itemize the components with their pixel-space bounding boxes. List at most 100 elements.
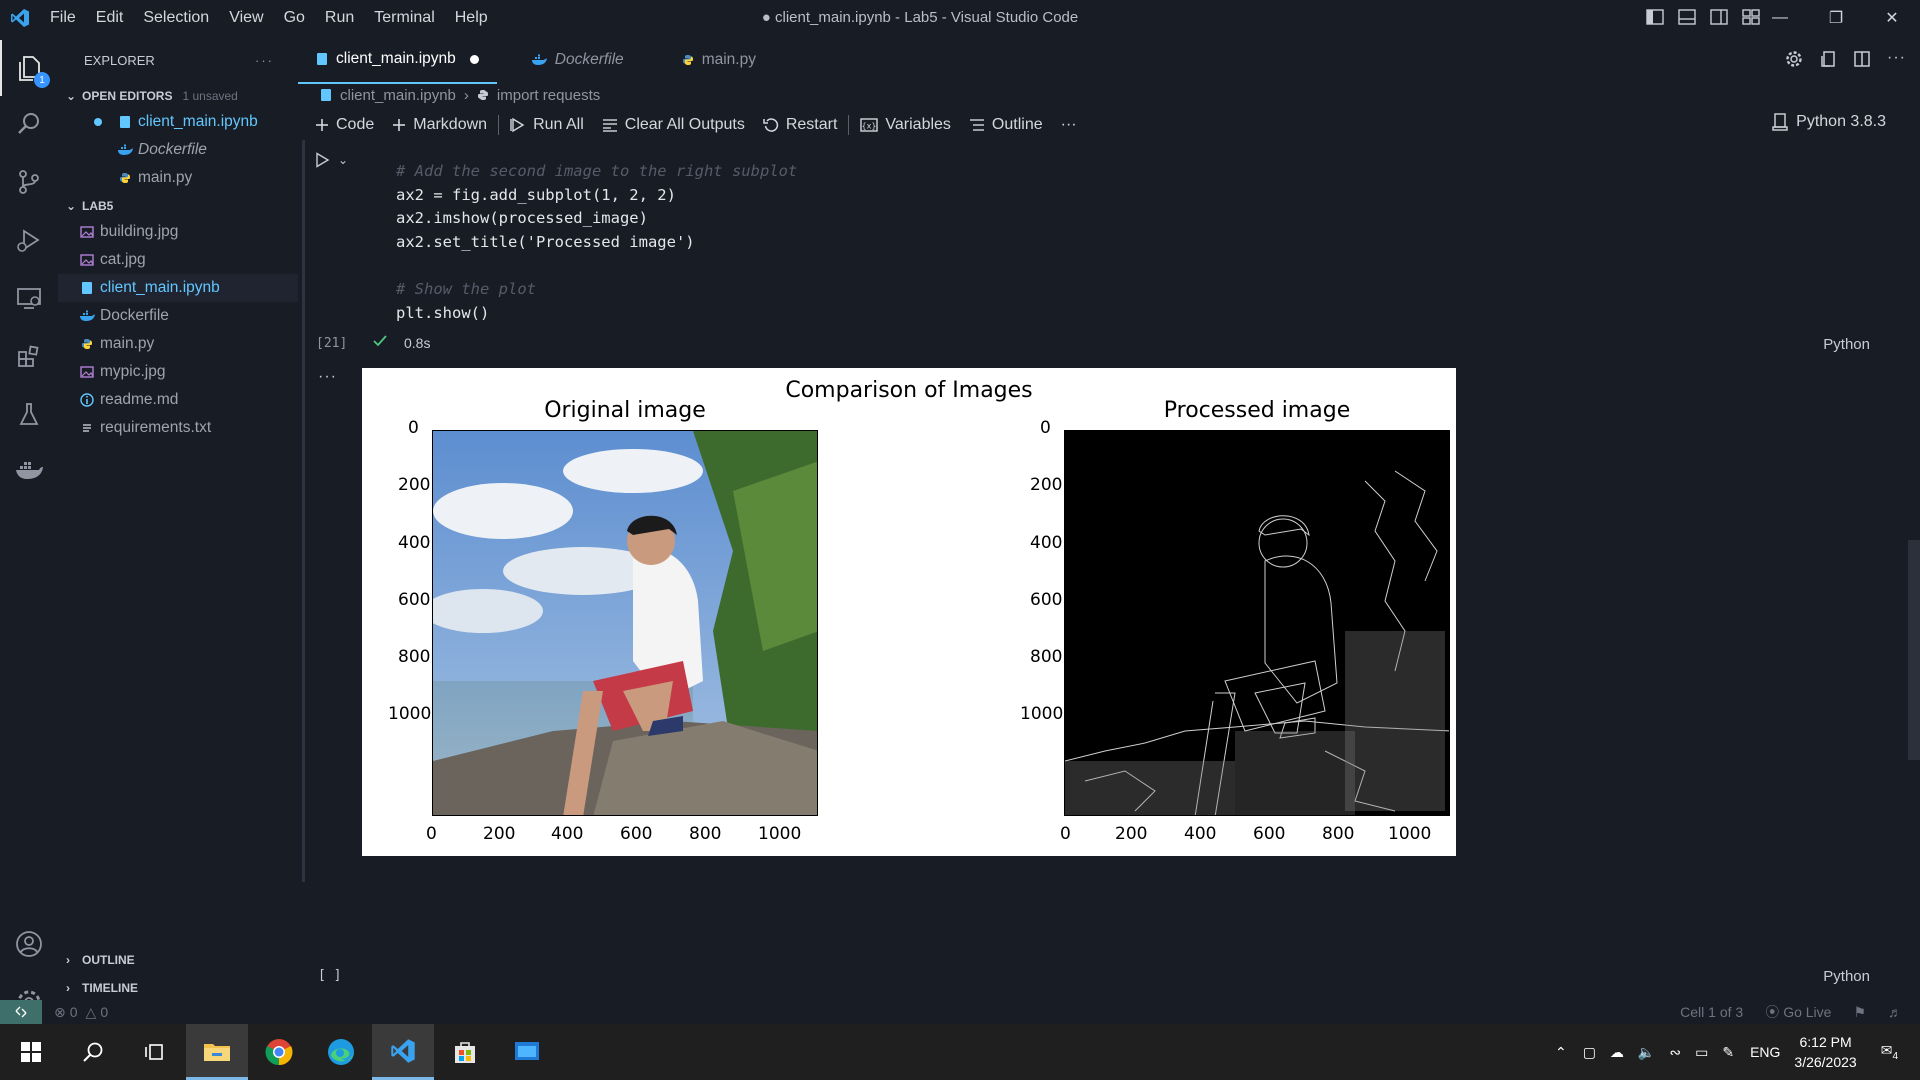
chrome-icon[interactable]: [248, 1024, 310, 1080]
lab5-folder-section[interactable]: ⌄ LAB5: [58, 194, 298, 218]
empty-cell-language[interactable]: Python: [1823, 968, 1870, 985]
outline-button[interactable]: Outline: [960, 110, 1052, 140]
x-tick-label: 1000: [1388, 824, 1432, 844]
outline-label: OUTLINE: [82, 953, 135, 967]
search-icon[interactable]: [0, 96, 58, 152]
account-icon[interactable]: [0, 916, 58, 972]
menu-selection[interactable]: Selection: [133, 0, 219, 36]
add-markdown-cell-button[interactable]: Markdown: [383, 110, 496, 140]
store-icon[interactable]: [434, 1024, 496, 1080]
file-main-py[interactable]: main.py: [58, 330, 298, 358]
more-actions-icon[interactable]: ···: [1887, 50, 1906, 68]
notifications-bell-icon[interactable]: ♬: [1888, 1004, 1902, 1020]
docker-icon[interactable]: [0, 442, 58, 498]
outline-section[interactable]: › OUTLINE: [58, 948, 298, 972]
toggle-panel-icon[interactable]: [1678, 8, 1696, 26]
variables-button[interactable]: {x} Variables: [851, 110, 960, 140]
meet-icon[interactable]: ▢: [1583, 1044, 1596, 1061]
add-code-cell-button[interactable]: Code: [306, 110, 383, 140]
editor-scrollbar[interactable]: [1908, 540, 1920, 760]
chevron-up-icon[interactable]: ⌃: [1555, 1044, 1567, 1061]
chevron-down-icon[interactable]: ⌄: [338, 153, 348, 167]
file-explorer-icon[interactable]: [186, 1024, 248, 1080]
problems-indicator[interactable]: ⊗ 0 △ 0: [54, 1004, 108, 1021]
tab-client-main-ipynb[interactable]: client_main.ipynb: [298, 36, 497, 84]
menu-file[interactable]: File: [40, 0, 86, 36]
go-live-button[interactable]: ⦿ Go Live: [1765, 1002, 1831, 1022]
menu-run[interactable]: Run: [315, 0, 364, 36]
minimize-icon[interactable]: —: [1752, 0, 1808, 36]
y-tick-label: 600: [398, 590, 431, 610]
menu-help[interactable]: Help: [445, 0, 498, 36]
notification-center-icon[interactable]: ✉4: [1881, 1042, 1898, 1062]
output-more-icon[interactable]: ···: [318, 368, 337, 386]
error-icon: ⊗: [54, 1003, 66, 1020]
image-file-icon: [76, 254, 98, 266]
settings-gear-icon[interactable]: [1785, 50, 1803, 68]
menu-go[interactable]: Go: [274, 0, 315, 36]
remote-indicator-icon[interactable]: [0, 1000, 42, 1024]
clear-all-outputs-button[interactable]: Clear All Outputs: [593, 110, 754, 140]
file-cat-jpg[interactable]: cat.jpg: [58, 246, 298, 274]
app-icon[interactable]: [496, 1024, 558, 1080]
code-editor[interactable]: # Add the second image to the right subp…: [396, 160, 797, 325]
pen-icon[interactable]: ✎: [1722, 1044, 1734, 1061]
open-editor-client-main[interactable]: client_main.ipynb: [58, 108, 298, 136]
more-toolbar-actions-button[interactable]: ···: [1052, 110, 1086, 140]
onedrive-icon[interactable]: ☁: [1610, 1044, 1624, 1061]
wifi-icon[interactable]: ∾: [1669, 1044, 1681, 1061]
breadcrumb-file[interactable]: client_main.ipynb: [340, 87, 456, 104]
source-control-icon[interactable]: [0, 154, 58, 210]
menu-terminal[interactable]: Terminal: [364, 0, 444, 36]
input-language[interactable]: ENG: [1750, 1044, 1780, 1060]
run-debug-icon[interactable]: [0, 212, 58, 268]
toggle-primary-sidebar-icon[interactable]: [1646, 8, 1664, 26]
tab-dockerfile[interactable]: Dockerfile: [497, 36, 642, 84]
restart-button[interactable]: Restart: [754, 110, 847, 140]
remote-explorer-icon[interactable]: [0, 270, 58, 326]
kernel-picker[interactable]: Python 3.8.3: [1772, 113, 1886, 131]
open-editors-section[interactable]: ⌄ OPEN EDITORS 1 unsaved: [58, 84, 298, 108]
file-dockerfile[interactable]: Dockerfile: [58, 302, 298, 330]
file-requirements-txt[interactable]: requirements.txt: [58, 414, 298, 442]
run-cell-icon[interactable]: [314, 152, 330, 168]
extensions-icon[interactable]: [0, 328, 58, 384]
edge-icon[interactable]: [310, 1024, 372, 1080]
feedback-icon[interactable]: ⚑: [1853, 1004, 1866, 1021]
restore-icon[interactable]: ❐: [1808, 0, 1864, 36]
start-icon[interactable]: [0, 1024, 62, 1080]
file-readme-md[interactable]: readme.md: [58, 386, 298, 414]
toggle-secondary-sidebar-icon[interactable]: [1710, 8, 1728, 26]
cell-language[interactable]: Python: [1823, 336, 1870, 353]
open-editor-main-py[interactable]: main.py: [58, 164, 298, 192]
run-all-button[interactable]: Run All: [501, 110, 593, 140]
testing-icon[interactable]: [0, 386, 58, 442]
text-file-icon: [76, 422, 98, 434]
open-changes-icon[interactable]: [1819, 50, 1837, 68]
menu-view[interactable]: View: [219, 0, 273, 36]
unsaved-dot-icon[interactable]: [469, 54, 479, 64]
file-mypic-jpg[interactable]: mypic.jpg: [58, 358, 298, 386]
explorer-more-icon[interactable]: ···: [255, 53, 274, 68]
clock[interactable]: 6:12 PM 3/26/2023: [1794, 1032, 1856, 1072]
vscode-icon[interactable]: [372, 1024, 434, 1080]
menu-edit[interactable]: Edit: [86, 0, 134, 36]
close-icon[interactable]: ✕: [1864, 0, 1920, 36]
battery-icon[interactable]: ▭: [1695, 1044, 1708, 1061]
search-icon[interactable]: [62, 1024, 124, 1080]
svg-text:{x}: {x}: [862, 122, 877, 131]
code-line: # Show the plot: [396, 279, 536, 298]
tab-main-py[interactable]: main.py: [642, 36, 774, 84]
timeline-section[interactable]: › TIMELINE: [58, 976, 298, 1000]
variables-icon: {x}: [860, 118, 879, 132]
file-client-main-ipynb[interactable]: client_main.ipynb: [58, 274, 298, 302]
breadcrumb-symbol[interactable]: import requests: [497, 87, 600, 104]
open-editor-dockerfile[interactable]: Dockerfile: [58, 136, 298, 164]
task-view-icon[interactable]: [124, 1024, 186, 1080]
file-building-jpg[interactable]: building.jpg: [58, 218, 298, 246]
volume-icon[interactable]: 🔈: [1638, 1044, 1655, 1061]
split-editor-icon[interactable]: [1853, 50, 1871, 68]
explorer-icon[interactable]: 1: [0, 40, 58, 96]
cell-position[interactable]: Cell 1 of 3: [1680, 1004, 1743, 1020]
